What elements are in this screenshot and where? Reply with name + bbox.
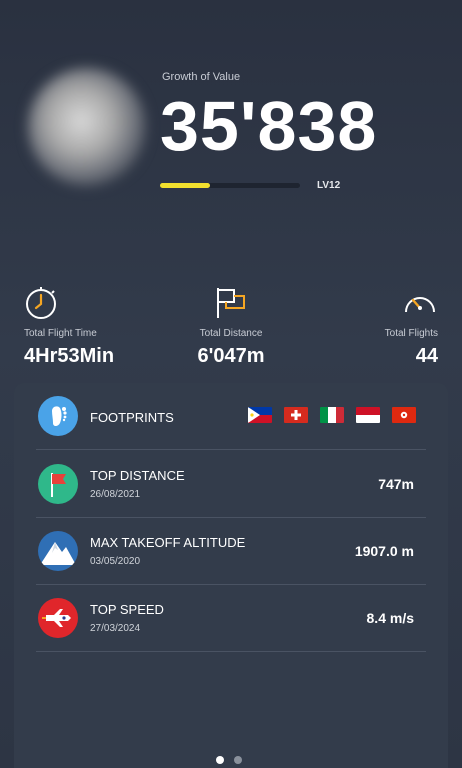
growth-label: Growth of Value	[162, 71, 241, 83]
indonesia-flag-icon	[356, 407, 380, 423]
max-altitude-date: 03/05/2020	[90, 556, 141, 567]
hong-kong-flag-icon	[392, 407, 416, 423]
top-speed-title: TOP SPEED	[90, 602, 164, 617]
stat-total-flight-time: Total Flight Time 4Hr53Min	[24, 286, 164, 368]
user-avatar[interactable]	[28, 68, 146, 186]
top-speed-date: 27/03/2024	[90, 623, 141, 634]
max-altitude-row[interactable]: MAX TAKEOFF ALTITUDE 03/05/2020 1907.0 m	[36, 517, 426, 584]
level-label: LV12	[317, 180, 341, 191]
stopwatch-icon	[26, 287, 56, 319]
growth-value: 35'838	[160, 87, 378, 165]
speedometer-icon	[405, 297, 435, 313]
switzerland-flag-icon	[284, 407, 308, 423]
page-indicator	[216, 756, 242, 764]
max-altitude-title: MAX TAKEOFF ALTITUDE	[90, 535, 246, 550]
footprint-icon	[38, 396, 78, 436]
top-distance-value: 747m	[378, 476, 414, 492]
distance-flag-icon	[38, 464, 78, 504]
footprints-title: FOOTPRINTS	[90, 410, 174, 425]
flag-icon	[217, 288, 245, 318]
stat-total-distance: Total Distance 6'047m	[166, 286, 296, 368]
top-speed-row[interactable]: TOP SPEED 27/03/2024 8.4 m/s	[36, 584, 426, 651]
stat-label: Total Flights	[384, 328, 438, 339]
speed-icon	[38, 598, 78, 638]
footprints-row[interactable]: FOOTPRINTS	[36, 383, 426, 450]
stat-value: 4Hr53Min	[24, 345, 115, 367]
top-distance-title: TOP DISTANCE	[90, 468, 185, 483]
level-progress-bar	[160, 183, 300, 188]
stat-value: 6'047m	[197, 345, 265, 367]
country-flags	[248, 407, 416, 423]
top-speed-value: 8.4 m/s	[366, 610, 414, 626]
stat-label: Total Distance	[199, 328, 263, 339]
page-dot[interactable]	[216, 756, 224, 764]
max-altitude-value: 1907.0 m	[354, 543, 414, 559]
italy-flag-icon	[320, 407, 344, 423]
philippines-flag-icon	[248, 407, 272, 423]
level-progress-fill	[160, 183, 211, 188]
divider	[36, 651, 426, 652]
stat-total-flights: Total Flights 44	[330, 286, 438, 368]
top-distance-date: 26/08/2021	[90, 489, 141, 500]
mountain-icon	[38, 531, 78, 571]
page-dot[interactable]	[234, 756, 242, 764]
stat-value: 44	[415, 345, 438, 367]
records-panel: FOOTPRINTS TOP DISTANCE 26/08/2021 747m …	[14, 383, 448, 768]
stat-label: Total Flight Time	[24, 328, 97, 339]
top-distance-row[interactable]: TOP DISTANCE 26/08/2021 747m	[36, 450, 426, 517]
